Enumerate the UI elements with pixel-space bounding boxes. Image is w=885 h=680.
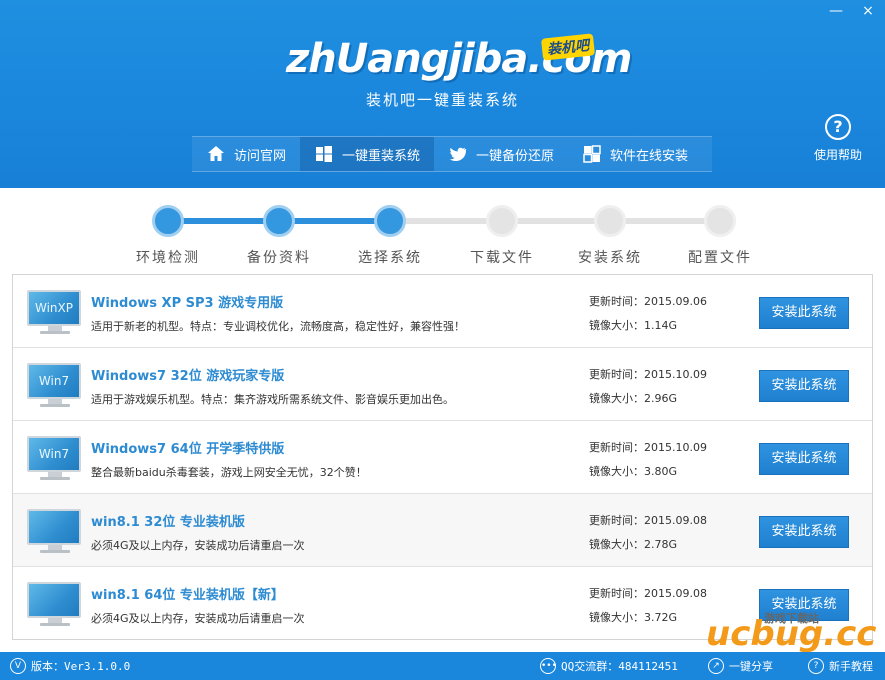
step-env-check: 环境检测 <box>113 205 223 267</box>
windows-icon <box>314 144 334 164</box>
step-install: 安装系统 <box>555 205 665 267</box>
monitor-icon <box>27 582 83 628</box>
system-row: Win7 Windows7 64位 开学季特供版 整合最新baidu杀毒套装，游… <box>13 421 872 494</box>
step-dot <box>263 205 295 237</box>
install-button[interactable]: 安装此系统 <box>759 297 849 329</box>
system-title: Windows XP SP3 游戏专用版 <box>91 296 284 311</box>
bird-icon <box>448 144 468 164</box>
system-row: win8.1 64位 专业装机版【新】 必须4G及以上内存，安装成功后请重启一次… <box>13 567 872 639</box>
header: — × zhUangjiba.com 装机吧 装机吧一键重装系统 访问官网 一键… <box>0 0 885 188</box>
os-badge <box>27 582 81 618</box>
os-badge: WinXP <box>27 290 81 326</box>
step-download: 下载文件 <box>447 205 557 267</box>
system-desc: 必须4G及以上内存，安装成功后请重启一次 <box>91 539 305 552</box>
share-button[interactable]: ↗ 一键分享 <box>708 658 773 674</box>
tutorial-icon: ? <box>808 658 824 674</box>
qq-group-link[interactable]: ••• QQ交流群：484112451 <box>540 658 678 674</box>
system-row: Win7 Windows7 32位 游戏玩家专版 适用于游戏娱乐机型。特点：集齐… <box>13 348 872 421</box>
system-row: win8.1 32位 专业装机版 必须4G及以上内存，安装成功后请重启一次 更新… <box>13 494 872 567</box>
image-size: 镜像大小：2.78G <box>589 538 678 551</box>
nav-reinstall-system[interactable]: 一键重装系统 <box>300 137 435 171</box>
minimize-button[interactable]: — <box>829 4 843 20</box>
monitor-icon: Win7 <box>27 436 83 482</box>
step-label: 下载文件 <box>470 250 534 266</box>
nav-label: 软件在线安装 <box>610 148 689 164</box>
monitor-icon: Win7 <box>27 363 83 409</box>
os-badge: Win7 <box>27 363 81 399</box>
step-dot <box>374 205 406 237</box>
image-size: 镜像大小：3.72G <box>589 611 678 624</box>
share-icon: ↗ <box>708 658 724 674</box>
step-label: 配置文件 <box>688 250 752 266</box>
status-bar: V 版本：Ver3.1.0.0 ••• QQ交流群：484112451 ↗ 一键… <box>0 652 885 680</box>
progress-steps: 环境检测 备份资料 选择系统 下载文件 安装系统 配置文件 <box>0 188 885 270</box>
update-time: 更新时间：2015.10.09 <box>589 368 707 381</box>
tutorial-button[interactable]: ? 新手教程 <box>808 658 873 674</box>
close-button[interactable]: × <box>861 4 875 20</box>
tutorial-label: 新手教程 <box>829 660 873 673</box>
nav-backup-restore[interactable]: 一键备份还原 <box>434 137 568 171</box>
version-icon: V <box>10 658 26 674</box>
step-configure: 配置文件 <box>665 205 775 267</box>
system-row: WinXP Windows XP SP3 游戏专用版 适用于新老的机型。特点：专… <box>13 275 872 348</box>
help-icon: ? <box>825 114 851 140</box>
install-button[interactable]: 安装此系统 <box>759 516 849 548</box>
update-time: 更新时间：2015.09.08 <box>589 587 707 600</box>
monitor-icon: WinXP <box>27 290 83 336</box>
share-label: 一键分享 <box>729 660 773 673</box>
logo: zhUangjiba.com 装机吧 <box>286 33 632 86</box>
step-dot <box>594 205 626 237</box>
step-dot <box>152 205 184 237</box>
system-title: Windows7 32位 游戏玩家专版 <box>91 369 285 384</box>
nav-label: 一键重装系统 <box>342 148 421 164</box>
update-time: 更新时间：2015.09.06 <box>589 295 707 308</box>
grid-icon <box>582 144 602 164</box>
system-title: Windows7 64位 开学季特供版 <box>91 442 285 457</box>
image-size: 镜像大小：1.14G <box>589 319 678 332</box>
window-controls: — × <box>829 4 875 20</box>
help-label: 使用帮助 <box>813 148 862 162</box>
image-size: 镜像大小：3.80G <box>589 465 678 478</box>
home-icon <box>206 144 226 164</box>
update-time: 更新时间：2015.10.09 <box>589 441 707 454</box>
system-desc: 适用于游戏娱乐机型。特点：集齐游戏所需系统文件、影音娱乐更加出色。 <box>91 393 454 406</box>
update-time: 更新时间：2015.09.08 <box>589 514 707 527</box>
step-dot <box>486 205 518 237</box>
install-button[interactable]: 安装此系统 <box>759 589 849 621</box>
version-info: V 版本：Ver3.1.0.0 <box>10 658 130 674</box>
step-label: 安装系统 <box>578 250 642 266</box>
system-title: win8.1 32位 专业装机版 <box>91 515 245 530</box>
step-backup: 备份资料 <box>224 205 334 267</box>
os-badge <box>27 509 81 545</box>
help-button[interactable]: ? 使用帮助 <box>808 114 868 163</box>
system-desc: 适用于新老的机型。特点：专业调校优化，流畅度高，稳定性好，兼容性强！ <box>91 320 465 333</box>
step-select-system: 选择系统 <box>335 205 445 267</box>
system-list: WinXP Windows XP SP3 游戏专用版 适用于新老的机型。特点：专… <box>12 274 873 640</box>
step-dot <box>704 205 736 237</box>
nav-online-software[interactable]: 软件在线安装 <box>568 137 702 171</box>
nav-visit-site[interactable]: 访问官网 <box>192 137 300 171</box>
main-nav: 访问官网 一键重装系统 一键备份还原 软件在线安装 <box>192 136 712 172</box>
image-size: 镜像大小：2.96G <box>589 392 678 405</box>
step-label: 备份资料 <box>247 250 311 266</box>
step-label: 选择系统 <box>358 250 422 266</box>
nav-label: 访问官网 <box>234 148 287 164</box>
system-desc: 必须4G及以上内存，安装成功后请重启一次 <box>91 612 305 625</box>
install-button[interactable]: 安装此系统 <box>759 370 849 402</box>
chat-icon: ••• <box>540 658 557 674</box>
qq-group-label: QQ交流群：484112451 <box>561 660 678 673</box>
step-label: 环境检测 <box>136 250 200 266</box>
app-subtitle: 装机吧一键重装系统 <box>365 91 519 109</box>
os-badge: Win7 <box>27 436 81 472</box>
nav-label: 一键备份还原 <box>476 148 555 164</box>
version-label: 版本：Ver3.1.0.0 <box>31 660 131 673</box>
system-title: win8.1 64位 专业装机版【新】 <box>91 588 284 603</box>
install-button[interactable]: 安装此系统 <box>759 443 849 475</box>
system-desc: 整合最新baidu杀毒套装，游戏上网安全无忧，32个赞！ <box>91 466 367 479</box>
monitor-icon <box>27 509 83 555</box>
